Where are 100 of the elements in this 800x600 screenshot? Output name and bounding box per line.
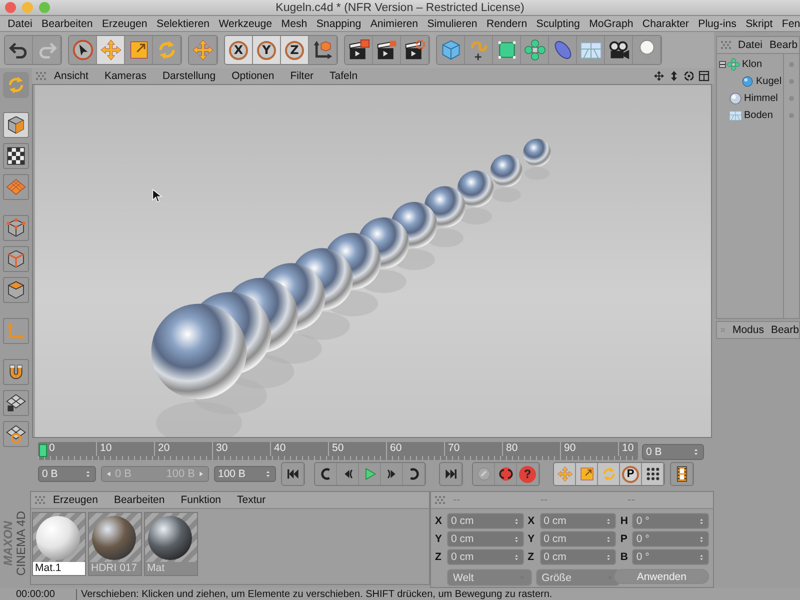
- menu-item[interactable]: Datei: [3, 18, 37, 30]
- grip-icon: [35, 495, 45, 505]
- object-name[interactable]: Himmel: [744, 93, 778, 104]
- mode-button[interactable]: [3, 112, 29, 138]
- transport-button[interactable]: P: [620, 463, 642, 485]
- menu-item[interactable]: MoGraph: [584, 18, 638, 30]
- tick-label: 60: [386, 442, 444, 456]
- menu-item[interactable]: Bearb: [762, 39, 798, 51]
- timeline-ruler[interactable]: 0 10 20 30 40 50 60 70 80 90 10: [38, 442, 638, 460]
- menu-item[interactable]: Animieren: [366, 18, 423, 30]
- object-name[interactable]: Klon: [742, 59, 762, 70]
- mode-button[interactable]: [3, 215, 29, 241]
- tool-button[interactable]: [345, 36, 373, 64]
- rotate-arrows-icon: [600, 466, 616, 482]
- visibility-dot[interactable]: [789, 96, 794, 101]
- floor-plane-icon: [729, 109, 742, 122]
- tick-label: 20: [154, 442, 212, 456]
- mode-button[interactable]: [3, 390, 29, 416]
- axis-corner-icon: [6, 321, 26, 341]
- cube-edges-icon: [6, 249, 26, 269]
- clapperboard-gear-icon: [404, 39, 426, 61]
- menu-item[interactable]: Bearb: [764, 324, 799, 336]
- menu-item[interactable]: Snapping: [312, 18, 366, 30]
- subdivision-cube-icon: [496, 39, 518, 61]
- material-swatch[interactable]: Mat.1: [32, 512, 86, 576]
- menu-item[interactable]: Tafeln: [322, 70, 366, 82]
- menu-item[interactable]: Simulieren: [422, 18, 482, 30]
- cube-icon: [440, 39, 462, 61]
- menu-item[interactable]: Fen: [777, 18, 800, 30]
- menu-item[interactable]: Werkzeuge: [214, 18, 277, 30]
- menu-item[interactable]: Sculpting: [532, 18, 584, 30]
- stepper-icon: [512, 554, 520, 560]
- orbit-icon[interactable]: [683, 70, 695, 82]
- stepper-icon: [698, 554, 705, 560]
- record-key-icon: [498, 466, 514, 482]
- stepper-icon: [512, 518, 520, 524]
- menu-item[interactable]: Datei: [731, 39, 763, 51]
- visibility-dot[interactable]: [789, 62, 794, 67]
- grid-plane-icon: [6, 177, 26, 197]
- tool-button[interactable]: [69, 36, 97, 64]
- menu-item[interactable]: Erzeugen: [97, 18, 152, 30]
- expand-toggle[interactable]: [719, 61, 726, 68]
- axis-label: P: [620, 533, 628, 545]
- tick-label: 50: [328, 442, 386, 456]
- transport-button[interactable]: ?: [517, 463, 539, 485]
- menu-item[interactable]: Plug-ins: [694, 18, 741, 30]
- mouse-pointer-icon: [151, 189, 165, 203]
- axis-label: X: [435, 515, 444, 527]
- axis-lock-button[interactable]: Y: [253, 36, 281, 64]
- mode-button[interactable]: [3, 143, 29, 169]
- frame-field[interactable]: 0 B: [642, 444, 704, 460]
- menu-item[interactable]: Ansicht: [46, 70, 96, 82]
- grip-icon: [721, 40, 731, 50]
- mode-button[interactable]: [3, 359, 29, 385]
- menu-item[interactable]: Charakter: [638, 18, 694, 30]
- object-name[interactable]: Kugel: [756, 76, 782, 87]
- menu-item[interactable]: Skript: [741, 18, 778, 30]
- menu-item[interactable]: Bearbeiten: [36, 18, 98, 30]
- cube-points-icon: [6, 218, 26, 238]
- move-cross-icon[interactable]: [653, 70, 665, 82]
- frame-field[interactable]: 0 B: [38, 466, 96, 482]
- visibility-dot[interactable]: [789, 79, 794, 84]
- product-name: CINEMA 4D: [15, 511, 28, 576]
- tick-label: 40: [270, 442, 328, 456]
- menu-item[interactable]: Mesh: [276, 18, 312, 30]
- menu-item[interactable]: Bearbeiten: [106, 494, 173, 506]
- move-arrows-icon: [100, 39, 122, 61]
- field-value: 0 cm: [544, 515, 566, 527]
- visibility-dot[interactable]: [789, 113, 794, 118]
- frame-field[interactable]: 100 B: [214, 466, 276, 482]
- mode-button[interactable]: [3, 421, 29, 447]
- dot-grid-icon: [644, 466, 660, 482]
- menu-item[interactable]: Darstellung: [154, 70, 224, 82]
- column-heading: --: [539, 494, 549, 506]
- up-down-arrow-icon[interactable]: [668, 70, 680, 82]
- menu-item[interactable]: Optionen: [224, 70, 282, 82]
- axis-lock-button[interactable]: Z: [281, 36, 309, 64]
- move-arrows-icon: [556, 466, 572, 482]
- right-arrow-icon: [197, 470, 205, 478]
- menu-item[interactable]: Rendern: [482, 18, 532, 30]
- menu-item[interactable]: Funktion: [172, 494, 230, 506]
- camera-icon: [608, 39, 630, 61]
- stepper-icon: [605, 536, 612, 542]
- mode-button[interactable]: [3, 277, 29, 303]
- grip-icon: [36, 71, 46, 81]
- object-name[interactable]: Boden: [744, 110, 773, 121]
- menu-item[interactable]: Selektieren: [152, 18, 214, 30]
- panel-layout-icon[interactable]: [698, 70, 710, 82]
- axis-label: H: [620, 515, 629, 527]
- menu-item[interactable]: Modus: [725, 324, 764, 336]
- menu-item[interactable]: Erzeugen: [45, 494, 106, 506]
- axis-lock-button[interactable]: X: [225, 36, 253, 64]
- grip-icon: [435, 495, 445, 505]
- menu-item[interactable]: Kameras: [96, 70, 154, 82]
- field-value: 0 cm: [451, 515, 474, 527]
- menu-item[interactable]: Textur: [229, 494, 274, 506]
- mode-button[interactable]: [3, 246, 29, 272]
- material-name: Mat.1: [33, 562, 85, 575]
- plus-arrows-icon: [192, 39, 214, 61]
- menu-item[interactable]: Filter: [282, 70, 322, 82]
